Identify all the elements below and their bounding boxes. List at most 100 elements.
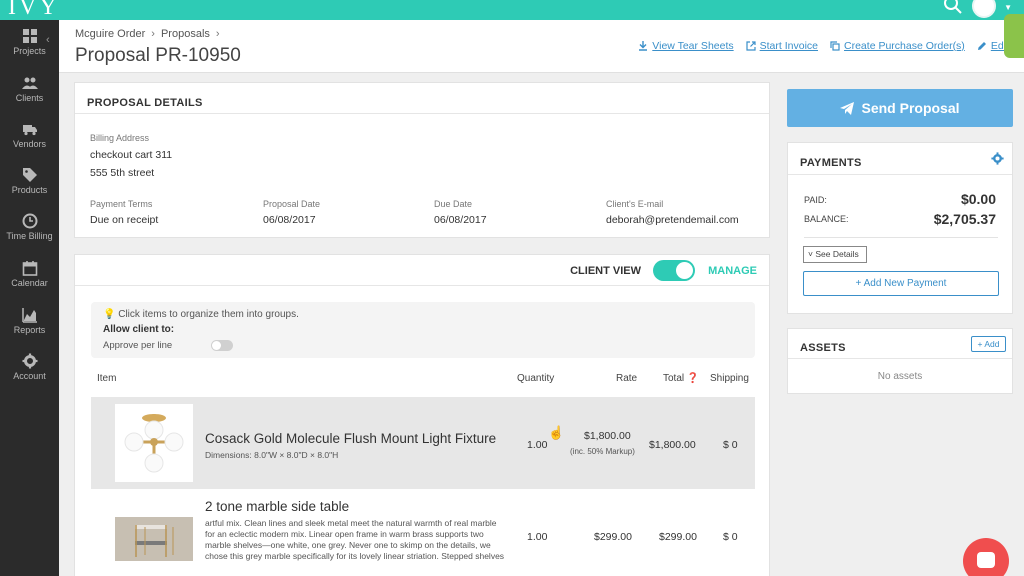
sidebar-item-label: Time Billing bbox=[6, 231, 53, 241]
proposal-date-value: 06/08/2017 bbox=[263, 214, 316, 226]
sidebar-item-label: Account bbox=[13, 371, 46, 381]
toggle-knob bbox=[676, 262, 693, 279]
sidebar-item-label: Vendors bbox=[12, 139, 47, 149]
add-new-payment-button[interactable]: + Add New Payment bbox=[803, 271, 999, 296]
app-logo[interactable]: IVY bbox=[8, 0, 60, 21]
top-bar: IVY ▼ bbox=[0, 0, 1024, 20]
light-fixture-image bbox=[124, 414, 184, 473]
create-purchase-orders-link[interactable]: Create Purchase Order(s) bbox=[830, 40, 965, 52]
toggle-knob bbox=[212, 341, 221, 350]
avatar[interactable] bbox=[972, 0, 996, 18]
edit-link[interactable]: Edi bbox=[977, 40, 1006, 52]
breadcrumb-item[interactable]: Proposals bbox=[161, 28, 210, 40]
card-title: PROPOSAL DETAILS bbox=[87, 97, 203, 109]
chat-icon bbox=[977, 552, 995, 568]
client-view-toggle[interactable] bbox=[653, 260, 695, 281]
paid-label: PAID: bbox=[804, 195, 827, 205]
page-header: Mcguire Order › Proposals › Proposal PR-109… bbox=[59, 20, 1024, 73]
client-email-label: Client's E-mail bbox=[606, 199, 664, 209]
sidebar-item-account[interactable]: Account bbox=[0, 353, 59, 381]
client-email-value: deborah@pretendemail.com bbox=[606, 214, 739, 226]
page-title: Proposal PR-10950 bbox=[75, 45, 241, 66]
sidebar-item-label: Products bbox=[11, 185, 48, 195]
due-date-label: Due Date bbox=[434, 199, 473, 209]
proposal-date-label: Proposal Date bbox=[263, 199, 321, 209]
breadcrumb-separator: › bbox=[151, 28, 155, 40]
item-name[interactable]: 2 tone marble side table bbox=[205, 499, 349, 514]
billing-address-line: checkout cart 311 bbox=[90, 149, 173, 161]
manage-button[interactable]: MANAGE bbox=[708, 265, 757, 277]
payments-card: PAYMENTS PAID: $0.00 BALANCE: $2,705.37 … bbox=[787, 142, 1013, 314]
see-details-button[interactable]: ˅ See Details bbox=[803, 246, 867, 263]
item-quantity[interactable]: 1.00 bbox=[527, 439, 547, 451]
lightbulb-icon: 💡 bbox=[103, 309, 116, 320]
help-tab[interactable] bbox=[1004, 14, 1024, 58]
empty-state: No assets bbox=[877, 371, 923, 382]
assets-card: ASSETS + Add No assets bbox=[787, 328, 1013, 394]
sidebar-item-label: Projects bbox=[13, 46, 46, 56]
sidebar-item-label: Reports bbox=[13, 325, 46, 335]
grouping-hint-box: 💡 Click items to organize them into grou… bbox=[91, 302, 755, 358]
start-invoice-link[interactable]: Start Invoice bbox=[746, 40, 818, 52]
hint-text: Click items to organize them into groups… bbox=[118, 309, 299, 320]
external-link-icon bbox=[746, 41, 756, 51]
breadcrumb-separator: › bbox=[215, 28, 220, 40]
search-icon[interactable] bbox=[944, 0, 962, 14]
item-rate[interactable]: $299.00 bbox=[594, 531, 632, 543]
chevron-down-icon[interactable]: ▼ bbox=[1004, 3, 1012, 12]
item-quantity[interactable]: 1.00 bbox=[527, 531, 547, 543]
gear-icon bbox=[22, 353, 37, 369]
calendar-icon bbox=[22, 261, 37, 276]
due-date-value: 06/08/2017 bbox=[434, 214, 487, 226]
grid-icon bbox=[22, 29, 37, 43]
sidebar-item-clients[interactable]: Clients bbox=[0, 75, 59, 103]
breadcrumb: Mcguire Order › Proposals › bbox=[75, 28, 226, 40]
item-shipping[interactable]: $ 0 bbox=[723, 439, 738, 451]
sidebar-item-projects[interactable]: Projects bbox=[0, 28, 59, 56]
approve-per-line-toggle[interactable] bbox=[211, 340, 233, 351]
grouping-hint: 💡 Click items to organize them into grou… bbox=[103, 309, 299, 320]
sidebar-item-calendar[interactable]: Calendar bbox=[0, 260, 59, 288]
balance-value: $2,705.37 bbox=[933, 211, 996, 227]
column-header-quantity: Quantity bbox=[517, 373, 555, 384]
add-asset-button[interactable]: + Add bbox=[971, 336, 1006, 352]
sidebar-item-reports[interactable]: Reports bbox=[0, 307, 59, 335]
item-shipping[interactable]: $ 0 bbox=[723, 531, 738, 543]
breadcrumb-item[interactable]: Mcguire Order bbox=[75, 28, 145, 40]
card-title: PAYMENTS bbox=[800, 157, 862, 169]
item-description: artful mix. Clean lines and sleek metal … bbox=[205, 518, 505, 561]
item-dimensions: Dimensions: 8.0"W × 8.0"D × 8.0"H bbox=[205, 450, 339, 460]
column-header-shipping: Shipping bbox=[710, 373, 749, 384]
item-markup: (inc. 50% Markup) bbox=[570, 447, 635, 456]
item-rate[interactable]: $1,800.00 bbox=[584, 430, 631, 442]
proposal-details-card: PROPOSAL DETAILS Billing Address checkou… bbox=[74, 82, 770, 238]
side-table-thumbnail bbox=[115, 517, 193, 561]
download-icon bbox=[639, 41, 648, 51]
billing-address-label: Billing Address bbox=[90, 133, 150, 143]
chat-launcher-button[interactable] bbox=[963, 538, 1009, 576]
sidebar-item-products[interactable]: Products bbox=[0, 167, 59, 195]
sidebar-item-time-billing[interactable]: Time Billing bbox=[0, 213, 59, 241]
chevron-down-icon: ˅ bbox=[808, 249, 813, 259]
send-proposal-button[interactable]: Send Proposal bbox=[787, 89, 1013, 127]
button-label: See Details bbox=[815, 249, 859, 259]
paid-value: $0.00 bbox=[960, 191, 996, 207]
sidebar: ‹ Projects Clients Vendors Products Time… bbox=[0, 20, 59, 576]
line-items-card: CLIENT VIEW MANAGE 💡 Click items to orga… bbox=[74, 254, 770, 576]
item-total: $299.00 bbox=[659, 531, 697, 543]
card-header: PAYMENTS bbox=[788, 143, 1012, 175]
balance-label: BALANCE: bbox=[804, 214, 849, 224]
link-label: View Tear Sheets bbox=[652, 40, 734, 52]
copy-icon bbox=[830, 41, 840, 51]
tag-icon bbox=[22, 168, 37, 182]
paper-plane-icon bbox=[840, 101, 855, 115]
sidebar-item-vendors[interactable]: Vendors bbox=[0, 121, 59, 149]
help-icon[interactable]: ❓ bbox=[687, 373, 699, 384]
divider bbox=[804, 237, 998, 238]
gear-icon[interactable] bbox=[991, 152, 1004, 165]
view-tear-sheets-link[interactable]: View Tear Sheets bbox=[638, 40, 734, 52]
table-row[interactable]: Cosack Gold Molecule Flush Mount Light F… bbox=[91, 397, 755, 489]
table-row[interactable]: 2 tone marble side table artful mix. Cle… bbox=[91, 489, 755, 576]
sidebar-item-label: Calendar bbox=[11, 278, 48, 288]
item-name[interactable]: Cosack Gold Molecule Flush Mount Light F… bbox=[205, 431, 496, 446]
